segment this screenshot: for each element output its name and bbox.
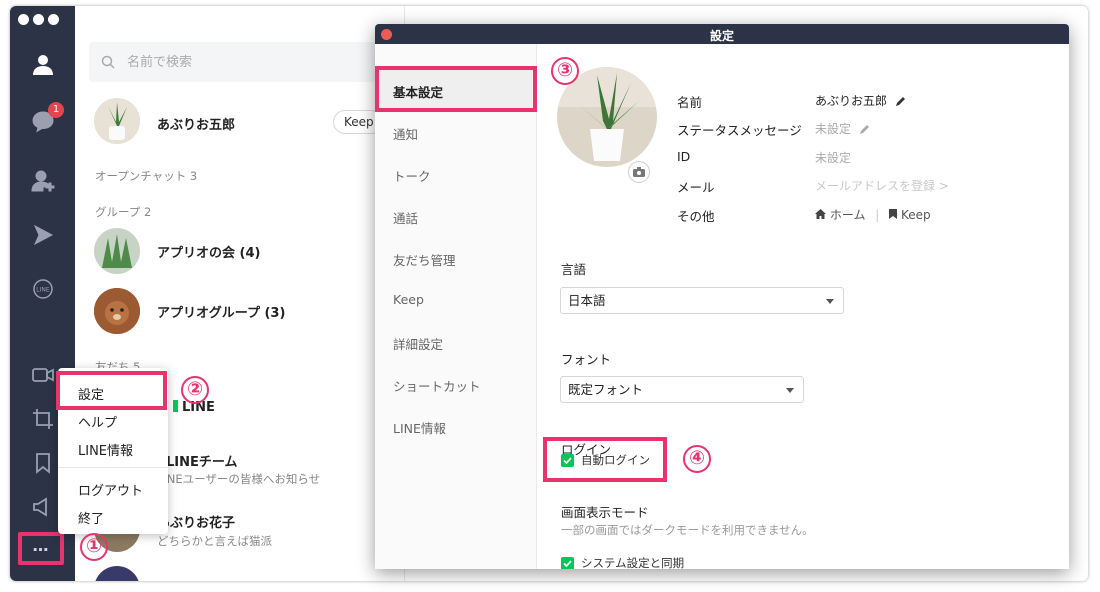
- friend-name[interactable]: LINEチーム: [157, 451, 238, 470]
- group-avatar[interactable]: [94, 288, 140, 334]
- camera-icon[interactable]: [628, 161, 650, 183]
- menu-item-quit[interactable]: 終了: [78, 508, 104, 527]
- group-name[interactable]: アプリオの会 (4): [157, 242, 260, 261]
- profile-status-value[interactable]: 未設定: [815, 120, 870, 137]
- chevron-down-icon: [786, 388, 794, 393]
- group-name[interactable]: アプリオグループ (3): [157, 302, 285, 321]
- menu-divider: [58, 467, 168, 468]
- profile-label-id: ID: [677, 149, 691, 164]
- nav-item-notifications[interactable]: 通知: [393, 124, 418, 143]
- group-avatar[interactable]: [94, 228, 140, 274]
- search-input[interactable]: [89, 42, 389, 82]
- keep-bookmark-icon: [889, 209, 898, 219]
- home-icon: [815, 209, 826, 219]
- friend-avatar[interactable]: [94, 566, 140, 581]
- highlight-box-settings-menu: [56, 371, 167, 410]
- display-mode-label: 画面表示モード: [561, 505, 649, 520]
- my-profile-avatar[interactable]: [94, 98, 140, 144]
- highlight-box-auto-login: [543, 437, 667, 482]
- callout-2: ②: [181, 376, 209, 404]
- profile-id-value[interactable]: 未設定: [815, 149, 851, 166]
- menu-item-line-info[interactable]: LINE情報: [78, 440, 133, 459]
- settings-dialog: 設定 基本設定 通知 トーク 通話 友だち管理 Keep 詳細設定 ショートカッ…: [375, 24, 1069, 569]
- nav-item-line-info[interactable]: LINE情報: [393, 418, 446, 437]
- profile-other-links: ホーム | Keep: [815, 206, 931, 223]
- language-label: 言語: [561, 262, 587, 277]
- settings-body: 名前 ステータスメッセージ ID メール その他 あぶりお五郎 未設定 未設定 …: [537, 44, 1069, 569]
- more-menu-button[interactable]: …: [18, 532, 64, 565]
- window-controls[interactable]: [18, 14, 59, 25]
- friend-name[interactable]: あぶりお花子: [157, 512, 235, 531]
- nav-item-calls[interactable]: 通話: [393, 208, 418, 227]
- font-select[interactable]: 既定フォント: [560, 376, 804, 403]
- keep-bookmark-icon[interactable]: [28, 448, 58, 478]
- nav-item-advanced[interactable]: 詳細設定: [393, 334, 443, 353]
- unread-badge: 1: [48, 102, 64, 118]
- sync-system-label[interactable]: システム設定と同期: [581, 555, 684, 569]
- profile-label-other: その他: [677, 209, 715, 224]
- callout-3: ③: [551, 57, 579, 85]
- menu-item-help[interactable]: ヘルプ: [78, 412, 117, 431]
- callout-4: ④: [683, 445, 711, 473]
- display-mode-note: 一部の画面ではダークモードを利用できません。: [561, 523, 814, 537]
- video-call-icon[interactable]: [28, 360, 58, 390]
- sync-system-checkbox[interactable]: [561, 557, 574, 569]
- search-icon: [101, 55, 115, 69]
- profile-label-status: ステータスメッセージ: [677, 123, 802, 138]
- keep-link[interactable]: Keep: [901, 208, 931, 222]
- chats-tab-icon[interactable]: 1: [28, 102, 64, 136]
- profile-name-value[interactable]: あぶりお五郎: [815, 92, 906, 109]
- line-official-icon[interactable]: LINE: [28, 274, 58, 304]
- font-label: フォント: [561, 352, 612, 367]
- nav-item-keep[interactable]: Keep: [393, 292, 424, 307]
- callout-1: ①: [80, 533, 108, 561]
- nav-item-shortcuts[interactable]: ショートカット: [393, 376, 481, 395]
- settings-titlebar: 設定: [375, 24, 1069, 44]
- profile-label-mail: メール: [677, 180, 715, 195]
- menu-item-logout[interactable]: ログアウト: [78, 480, 143, 499]
- friend-status-message: LINEユーザーの皆様へお知らせ: [157, 472, 321, 486]
- profile-label-name: 名前: [677, 95, 703, 110]
- chevron-down-icon: [826, 299, 834, 304]
- profile-mail-link[interactable]: メールアドレスを登録 >: [815, 177, 949, 194]
- nav-item-talk[interactable]: トーク: [393, 166, 431, 185]
- groups-section-label[interactable]: グループ 2: [95, 204, 151, 220]
- language-select[interactable]: 日本語: [560, 287, 844, 314]
- announcement-icon[interactable]: [28, 492, 58, 522]
- add-friend-icon[interactable]: [28, 166, 58, 196]
- home-link[interactable]: ホーム: [830, 208, 866, 222]
- screenshot-crop-icon[interactable]: [28, 404, 58, 434]
- friend-status-message: どちらかと言えば猫派: [157, 534, 272, 548]
- svg-text:LINE: LINE: [36, 287, 50, 294]
- nav-item-friends[interactable]: 友だち管理: [393, 250, 456, 269]
- my-profile-name[interactable]: あぶりお五郎: [157, 114, 235, 133]
- highlight-box-basic-settings: [375, 66, 537, 112]
- edit-pencil-icon[interactable]: [859, 124, 870, 135]
- edit-pencil-icon[interactable]: [895, 96, 906, 107]
- settings-nav: 基本設定 通知 トーク 通話 友だち管理 Keep 詳細設定 ショートカット L…: [375, 44, 537, 569]
- settings-title: 設定: [709, 29, 734, 43]
- timeline-icon[interactable]: [28, 220, 58, 250]
- open-chat-section-label[interactable]: オープンチャット 3: [95, 168, 197, 184]
- friends-tab-icon[interactable]: [28, 50, 58, 80]
